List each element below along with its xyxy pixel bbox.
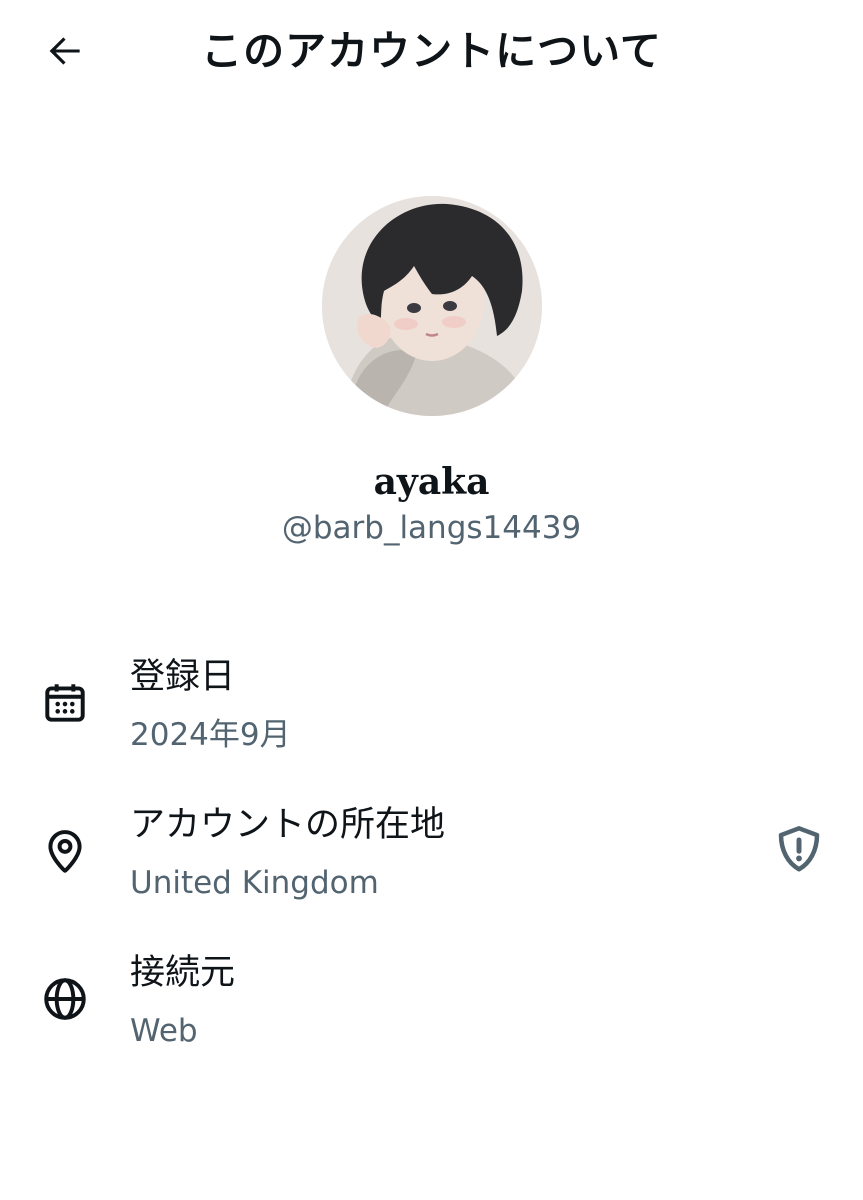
connected-via-label: 接続元 [130, 953, 236, 993]
calendar-icon [40, 678, 90, 728]
info-row-joined: 登録日 2024年9月 [0, 652, 863, 772]
globe-icon [40, 974, 90, 1024]
display-name: ayaka [373, 461, 490, 503]
user-handle: @barb_langs14439 [281, 510, 582, 546]
page-title: このアカウントについて [201, 27, 662, 75]
info-row-location: アカウントの所在地 United Kingdom [0, 800, 863, 920]
avatar-illustration [322, 196, 542, 416]
header-bar: このアカウントについて [0, 0, 863, 104]
avatar[interactable] [322, 196, 542, 416]
location-pin-icon [40, 826, 90, 876]
joined-label: 登録日 [130, 657, 236, 697]
location-value: United Kingdom [130, 865, 379, 901]
joined-value: 2024年9月 [130, 717, 291, 753]
location-label: アカウントの所在地 [130, 805, 446, 845]
connected-via-value: Web [130, 1013, 198, 1049]
shield-alert-icon[interactable] [772, 822, 826, 876]
info-row-connected-via: 接続元 Web [0, 948, 863, 1068]
